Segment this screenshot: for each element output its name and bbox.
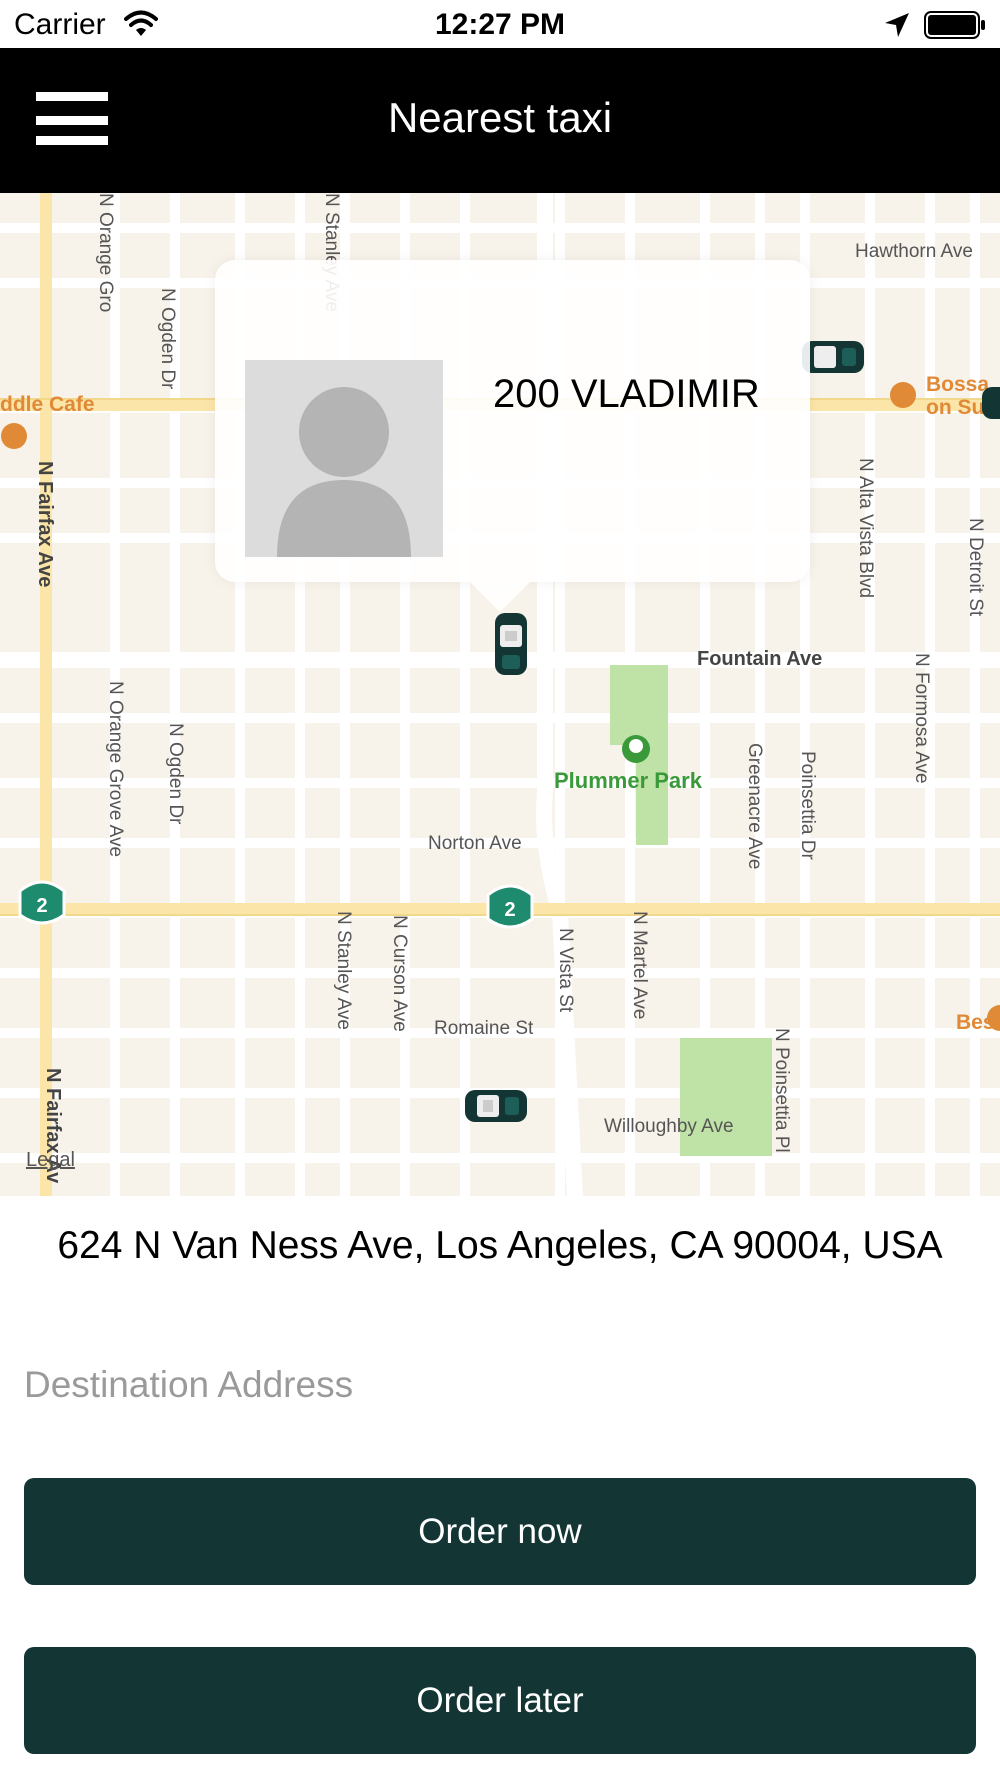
street-label: N Curson Ave xyxy=(389,915,410,1032)
taxi-car-icon[interactable] xyxy=(463,1088,529,1124)
status-time: 12:27 PM xyxy=(434,8,566,41)
street-label: N Poinsettia Pl xyxy=(771,1028,792,1153)
nav-bar: Nearest taxi xyxy=(0,48,1000,193)
street-label: N Orange Grove Ave xyxy=(105,681,126,858)
street-label: N Alta Vista Blvd xyxy=(855,458,876,599)
legal-link[interactable]: Legal xyxy=(26,1149,75,1172)
street-label: N Detroit St xyxy=(965,518,986,617)
taxi-car-icon[interactable] xyxy=(980,385,1000,421)
street-label: Greenacre Ave xyxy=(744,743,765,870)
street-label: N Formosa Ave xyxy=(911,653,932,784)
destination-address-input[interactable] xyxy=(24,1355,976,1415)
driver-callout[interactable]: 200 VLADIMIR xyxy=(215,260,810,612)
svg-text:2: 2 xyxy=(504,899,515,921)
street-label: N Vista St xyxy=(555,928,576,1013)
svg-text:2: 2 xyxy=(36,895,47,917)
battery-icon xyxy=(924,11,985,39)
street-label: Norton Ave xyxy=(428,833,522,854)
taxi-car-icon[interactable] xyxy=(493,611,529,677)
order-now-button[interactable]: Order now xyxy=(24,1478,976,1585)
page-title: Nearest taxi xyxy=(387,94,613,141)
poi-label: Best xyxy=(956,1011,1000,1034)
street-label: Poinsettia Dr xyxy=(797,751,818,860)
street-label: N Orange Gro xyxy=(95,193,116,313)
map-view[interactable]: 2 2 Hawthorn Ave Fountain Ave Norton Ave… xyxy=(0,193,1000,1196)
poi-label: ddle Cafe xyxy=(0,393,95,416)
person-placeholder-icon xyxy=(245,360,443,557)
street-label: N Martel Ave xyxy=(629,911,650,1020)
avatar xyxy=(245,360,443,557)
order-later-button[interactable]: Order later xyxy=(24,1647,976,1754)
status-bar: Carrier 12:27 PM xyxy=(0,0,1000,48)
street-label: N Ogden Dr xyxy=(157,288,178,390)
street-label: N Ogden Dr xyxy=(165,723,186,825)
pickup-address[interactable]: 624 N Van Ness Ave, Los Angeles, CA 9000… xyxy=(0,1224,1000,1268)
driver-name-label: 200 VLADIMIR xyxy=(493,372,760,416)
street-label: N Stanley Ave xyxy=(333,911,354,1031)
street-label: Willoughby Ave xyxy=(604,1116,734,1137)
street-label: Hawthorn Ave xyxy=(855,241,973,262)
street-label: Fountain Ave xyxy=(697,648,823,670)
park-label: Plummer Park xyxy=(554,768,702,793)
street-label: Romaine St xyxy=(434,1018,534,1039)
street-label: N Fairfax Ave xyxy=(34,461,56,588)
location-arrow-icon xyxy=(885,13,909,37)
